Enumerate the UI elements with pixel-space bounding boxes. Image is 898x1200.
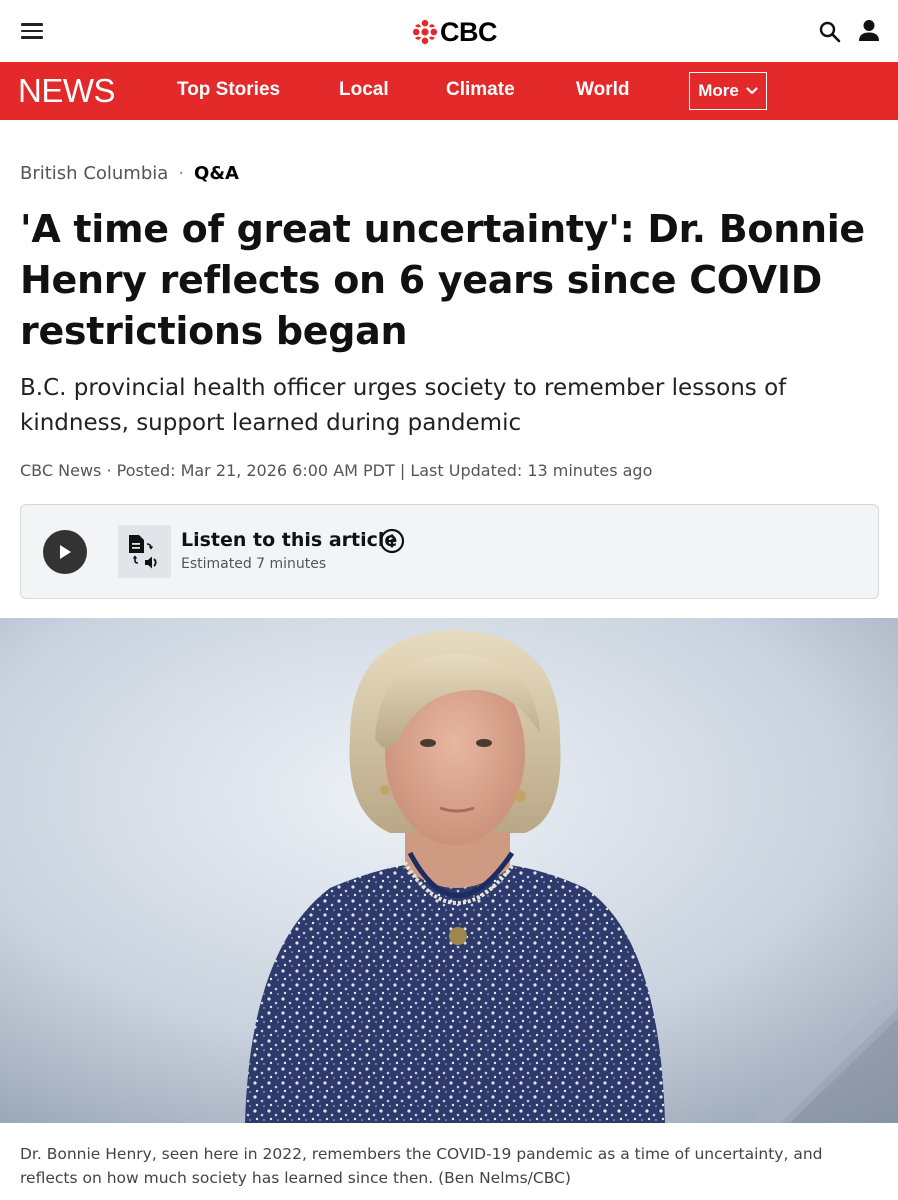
breadcrumb-section[interactable]: British Columbia <box>20 163 168 184</box>
nav-item-top-stories[interactable]: Top Stories <box>177 79 280 101</box>
portrait-image <box>0 618 898 1123</box>
news-brand-label[interactable]: NEWS <box>18 72 116 110</box>
nav-item-world[interactable]: World <box>576 79 629 101</box>
listen-to-article-player: Listen to this article Estimated 7 minut… <box>20 504 879 599</box>
breadcrumb-separator: · <box>178 163 185 184</box>
cbc-gem-icon <box>412 19 438 45</box>
article-headline: 'A time of great uncertainty': Dr. Bonni… <box>20 207 865 353</box>
news-navbar: NEWS Top Stories Local Climate World Mor… <box>0 62 898 120</box>
document-audio-icon <box>118 525 171 578</box>
article-deck: B.C. provincial health officer urges soc… <box>20 375 787 436</box>
breadcrumb: British Columbia · Q&A <box>20 163 239 184</box>
user-icon[interactable] <box>858 19 880 43</box>
chevron-down-icon <box>746 87 758 95</box>
listen-duration-estimate: Estimated 7 minutes <box>181 556 327 572</box>
more-label: More <box>698 81 739 100</box>
article-type-label: Q&A <box>194 163 239 184</box>
more-menu-button[interactable]: More <box>689 72 767 110</box>
hamburger-menu-icon[interactable] <box>21 23 43 39</box>
photo-caption: Dr. Bonnie Henry, seen here in 2022, rem… <box>20 1145 823 1187</box>
nav-item-local[interactable]: Local <box>339 79 389 101</box>
info-icon[interactable] <box>379 528 405 554</box>
cbc-logo[interactable]: CBC <box>412 16 498 47</box>
top-header: CBC <box>0 0 898 62</box>
play-button[interactable] <box>43 530 87 574</box>
article-byline: CBC News · Posted: Mar 21, 2026 6:00 AM … <box>20 461 653 480</box>
nav-item-climate[interactable]: Climate <box>446 79 515 101</box>
listen-title: Listen to this article <box>181 529 398 551</box>
play-icon <box>60 545 71 559</box>
logo-text: CBC <box>440 16 498 47</box>
search-icon[interactable] <box>818 20 842 44</box>
article-lead-photo <box>0 618 898 1123</box>
